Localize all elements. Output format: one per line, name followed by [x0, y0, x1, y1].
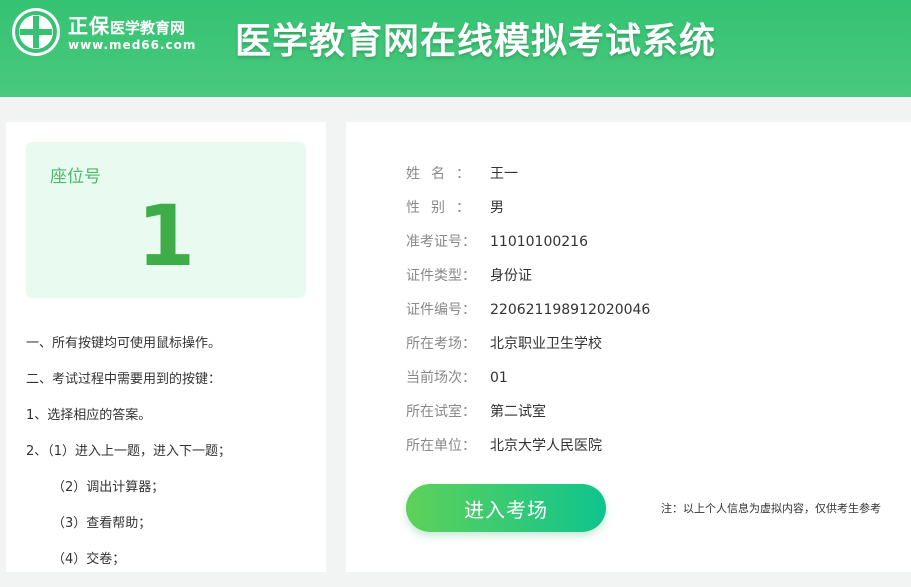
instruction-item: 二、考试过程中需要用到的按键：	[26, 372, 222, 387]
med66-cross-logo-icon	[12, 8, 60, 56]
instruction-item: 一、所有按键均可使用鼠标操作。	[26, 336, 222, 351]
info-label: 所在单位：	[406, 438, 476, 454]
info-label: 性别：	[406, 200, 470, 216]
instruction-item: 1、选择相应的答案。	[26, 408, 152, 423]
seat-label: 座位号	[50, 167, 101, 187]
header-bar: 正保医学教育网 www.med66.com 医学教育网在线模拟考试系统	[0, 0, 911, 97]
instruction-item: 2、（1）进入上一题，进入下一题；	[26, 444, 232, 459]
info-label: 姓名：	[406, 166, 470, 182]
logo-url: www.med66.com	[68, 38, 197, 52]
instruction-item: （2）调出计算器；	[52, 480, 165, 495]
info-value: 北京职业卫生学校	[490, 336, 602, 352]
info-value: 男	[490, 200, 504, 216]
seat-box: 座位号 1	[26, 142, 306, 298]
info-value: 身份证	[490, 268, 532, 284]
seat-panel: 座位号 1 一、所有按键均可使用鼠标操作。 二、考试过程中需要用到的按键： 1、…	[6, 122, 326, 572]
info-label: 所在试室：	[406, 404, 476, 420]
disclaimer-note: 注：以上个人信息为虚拟内容，仅供考生参考	[661, 502, 881, 515]
logo-brand: 正保医学教育网	[68, 10, 185, 39]
info-label: 证件编号：	[406, 302, 476, 318]
info-label: 所在考场：	[406, 336, 476, 352]
info-value: 01	[490, 370, 508, 386]
logo-brand-subname: 医学教育网	[110, 19, 186, 37]
info-value: 王一	[490, 166, 518, 182]
info-value: 第二试室	[490, 404, 546, 420]
enter-exam-button[interactable]: 进入考场	[406, 484, 606, 532]
info-label: 证件类型：	[406, 268, 476, 284]
logo-brand-name: 正保	[68, 14, 110, 38]
candidate-info-panel: 姓名： 王一 性别： 男 准考证号： 11010100216 证件类型： 身份证…	[346, 122, 911, 572]
info-value: 220621198912020046	[490, 302, 651, 318]
seat-number: 1	[136, 187, 196, 285]
instruction-item: （3）查看帮助；	[52, 516, 152, 531]
info-label: 准考证号：	[406, 234, 476, 250]
info-value: 北京大学人民医院	[490, 438, 602, 454]
instruction-item: （4）交卷；	[52, 552, 126, 567]
instructions-list: 一、所有按键均可使用鼠标操作。 二、考试过程中需要用到的按键： 1、选择相应的答…	[26, 335, 316, 587]
info-label: 当前场次：	[406, 370, 476, 386]
site-title: 医学教育网在线模拟考试系统	[235, 21, 717, 62]
info-value: 11010100216	[490, 234, 588, 250]
